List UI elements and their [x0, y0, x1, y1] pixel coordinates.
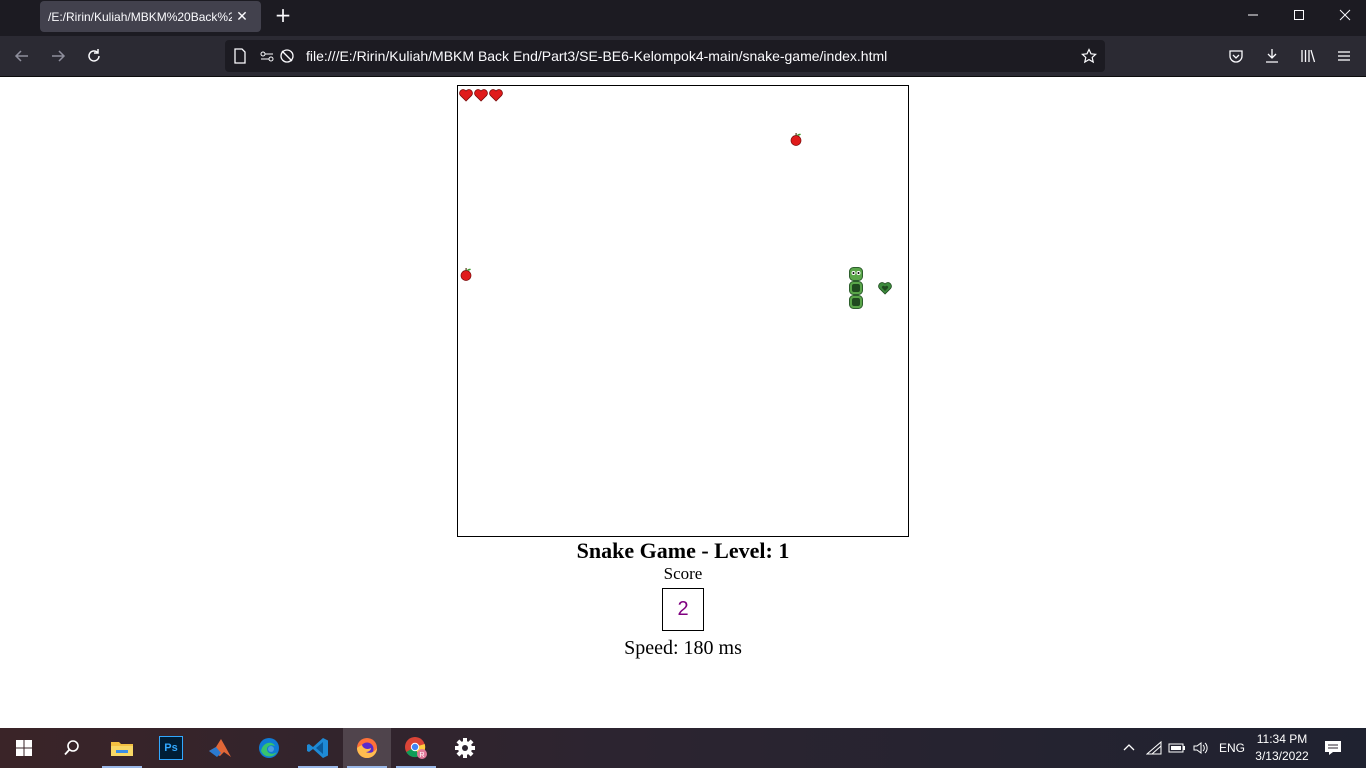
maximize-button[interactable]: [1276, 0, 1322, 30]
forward-button[interactable]: [44, 42, 72, 70]
life-heart-icon: [459, 89, 473, 102]
search-icon: [64, 740, 79, 756]
pocket-icon: [1229, 50, 1243, 63]
back-button[interactable]: [8, 42, 36, 70]
download-icon: [1266, 49, 1278, 63]
notification-icon: [1325, 741, 1341, 755]
hamburger-menu-icon: [1338, 51, 1350, 61]
apple-icon: [790, 133, 802, 146]
matlab-icon: [209, 739, 231, 757]
minimize-icon: [1248, 14, 1258, 16]
taskbar-matlab[interactable]: [196, 728, 244, 768]
reload-button[interactable]: [80, 42, 108, 70]
tracking-protection-icon[interactable]: [279, 48, 295, 64]
maximize-icon: [1294, 10, 1304, 20]
menu-button[interactable]: [1330, 42, 1358, 70]
taskbar-firefox[interactable]: [343, 728, 391, 768]
chrome-icon: R: [405, 737, 427, 759]
library-button[interactable]: [1294, 42, 1322, 70]
taskbar-photoshop[interactable]: Ps: [147, 728, 195, 768]
network-tray[interactable]: [1143, 728, 1165, 768]
close-window-button[interactable]: [1322, 0, 1366, 30]
svg-text:R: R: [419, 752, 424, 759]
taskbar-settings[interactable]: [441, 728, 489, 768]
taskbar: Ps R ENG 11:34 PM 3/13/2022: [0, 728, 1366, 768]
page-icon: [232, 48, 248, 64]
settings-icon: [455, 738, 475, 758]
speed-text: Speed: 180 ms: [624, 637, 742, 659]
start-button[interactable]: [0, 728, 48, 768]
life-heart-icon: [489, 89, 503, 102]
reload-icon: [88, 49, 100, 62]
close-tab-icon[interactable]: ✕: [232, 9, 252, 25]
browser-tab[interactable]: /E:/Ririn/Kuliah/MBKM%20Back%20End/Part3…: [40, 1, 261, 32]
firefox-icon: [357, 738, 377, 758]
volume-tray[interactable]: [1189, 728, 1211, 768]
taskbar-vscode[interactable]: [294, 728, 342, 768]
taskbar-edge[interactable]: [245, 728, 293, 768]
url-bar[interactable]: file:///E:/Ririn/Kuliah/MBKM Back End/Pa…: [225, 40, 1105, 72]
chevron-up-icon: [1123, 744, 1135, 751]
search-button[interactable]: [48, 728, 96, 768]
taskbar-file-explorer[interactable]: [98, 728, 146, 768]
score-value: 2: [662, 588, 704, 631]
game-title: Snake Game - Level: 1: [576, 538, 790, 563]
volume-icon: [1193, 742, 1208, 754]
snake-body-segment: [849, 295, 863, 309]
bookmark-star-icon[interactable]: [1081, 48, 1097, 64]
snake-head: [849, 267, 863, 281]
game-board[interactable]: [457, 85, 909, 537]
score-label: Score: [663, 564, 703, 583]
snake-body-segment: [849, 281, 863, 295]
battery-icon: [1168, 743, 1185, 753]
apple-icon: [460, 268, 472, 281]
vscode-icon: [307, 738, 328, 758]
nav-toolbar: file:///E:/Ririn/Kuliah/MBKM Back End/Pa…: [0, 36, 1366, 77]
taskbar-chrome[interactable]: R: [392, 728, 440, 768]
new-tab-button[interactable]: +: [270, 3, 296, 29]
downloads-button[interactable]: [1258, 42, 1286, 70]
file-explorer-icon: [111, 742, 133, 756]
bonus-heart-icon: [878, 282, 892, 295]
library-icon: [1301, 49, 1316, 63]
permissions-icon[interactable]: [259, 48, 275, 64]
language-indicator[interactable]: ENG: [1219, 741, 1245, 755]
url-text: file:///E:/Ririn/Kuliah/MBKM Back End/Pa…: [306, 48, 888, 64]
page-content: Snake Game - Level: 1 Score 2 Speed: 180…: [0, 77, 1366, 728]
close-icon: [1339, 9, 1351, 21]
windows-start-icon: [16, 740, 32, 756]
edge-icon: [259, 738, 279, 758]
minimize-button[interactable]: [1230, 0, 1276, 30]
tab-title: /E:/Ririn/Kuliah/MBKM%20Back%20End/Part3…: [48, 9, 232, 24]
show-hidden-icons[interactable]: [1118, 728, 1140, 768]
clock-date: 3/13/2022: [1255, 749, 1309, 763]
action-center-button[interactable]: [1318, 728, 1348, 768]
battery-tray[interactable]: [1166, 728, 1188, 768]
back-arrow-icon: [14, 50, 28, 62]
forward-arrow-icon: [52, 50, 66, 62]
wifi-icon: [1146, 740, 1162, 755]
pocket-button[interactable]: [1222, 42, 1250, 70]
clock-time: 11:34 PM: [1256, 732, 1308, 746]
tab-strip: /E:/Ririn/Kuliah/MBKM%20Back%20End/Part3…: [0, 0, 1366, 36]
photoshop-icon: Ps: [159, 736, 183, 760]
clock[interactable]: 11:34 PM 3/13/2022: [1248, 731, 1316, 765]
life-heart-icon: [474, 89, 488, 102]
